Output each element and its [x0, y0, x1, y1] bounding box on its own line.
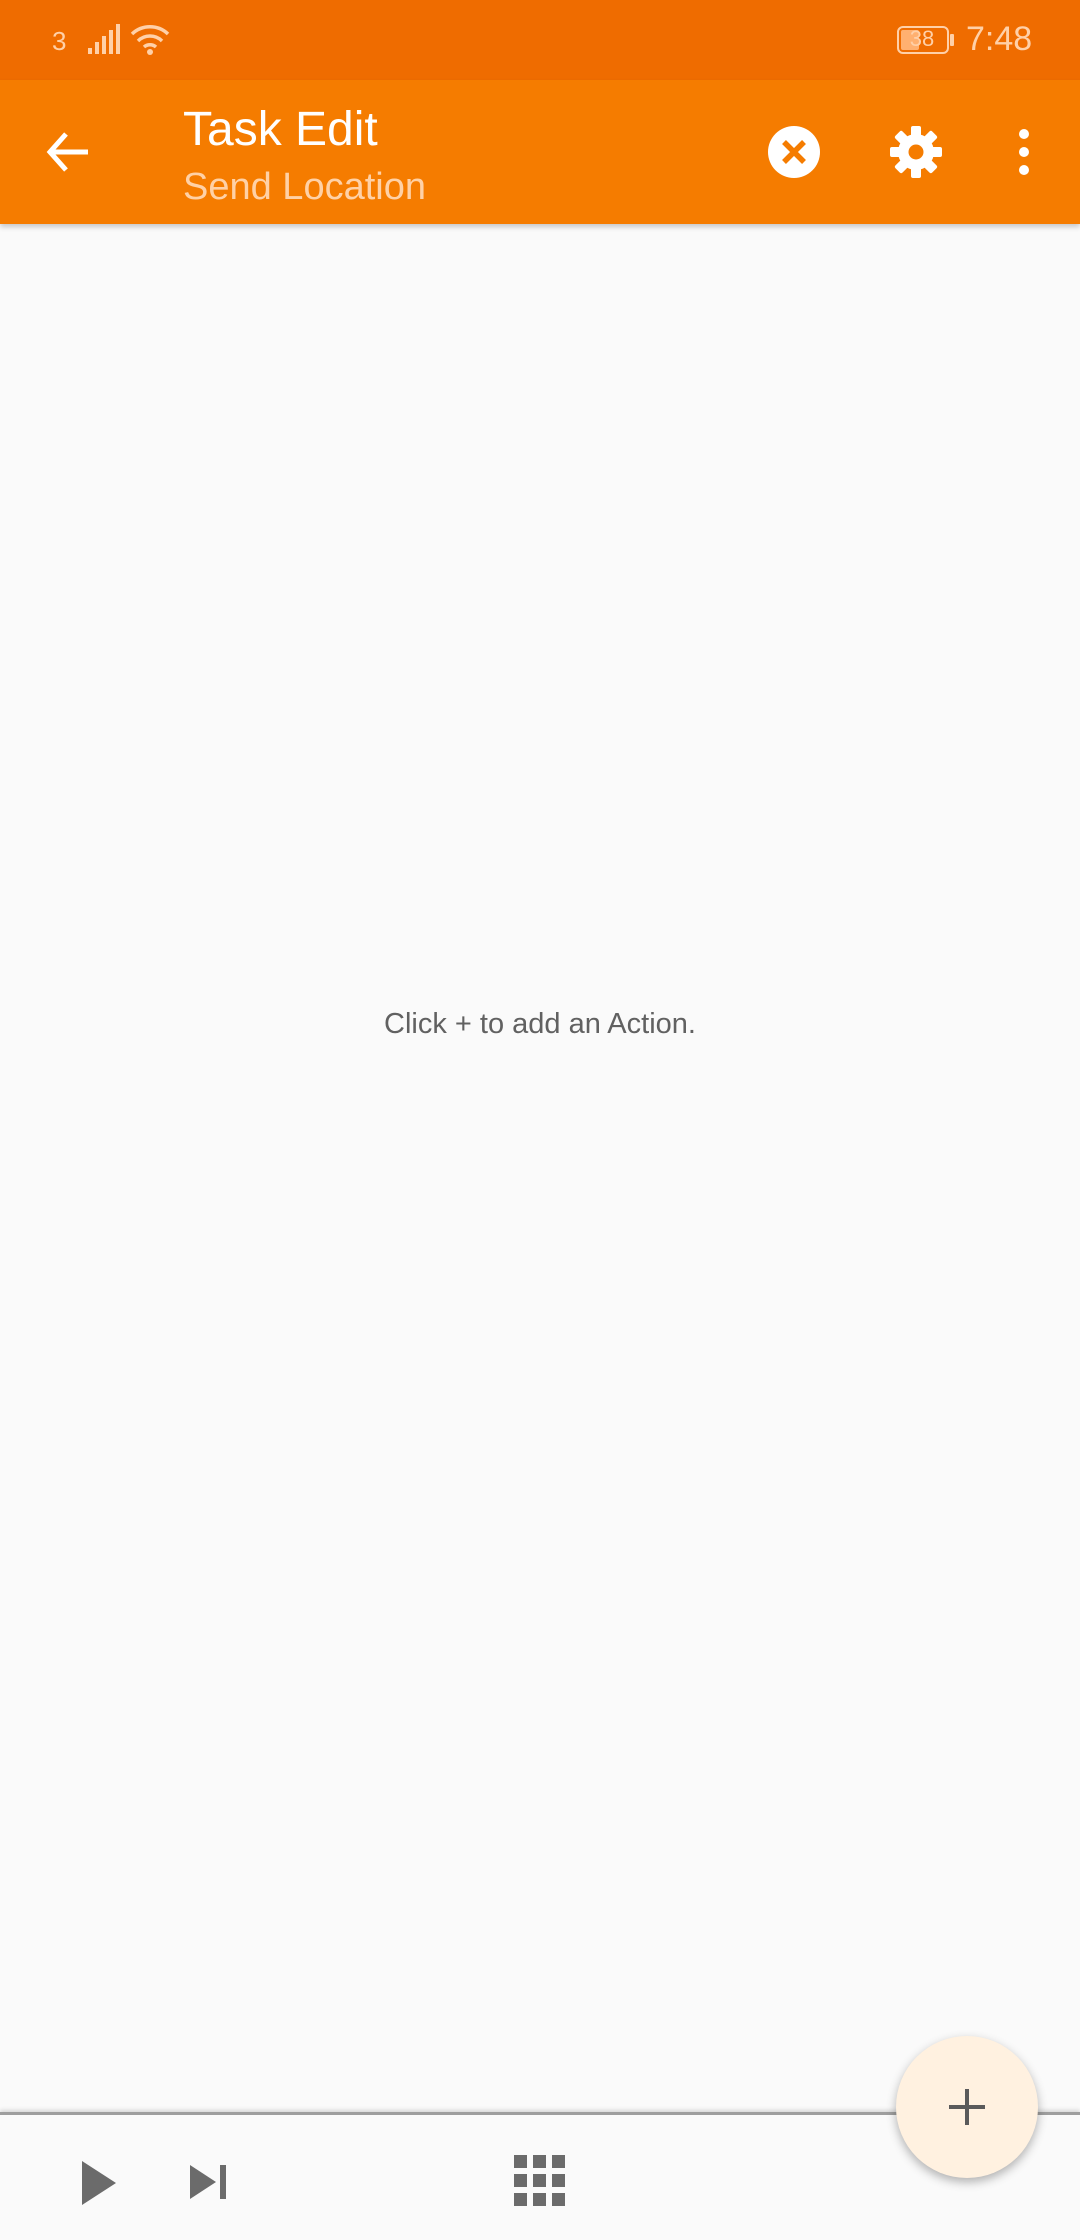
gear-icon: [890, 126, 942, 178]
settings-button[interactable]: [888, 124, 944, 180]
play-icon: [82, 2161, 116, 2205]
grid-icon: [514, 2155, 565, 2206]
more-vert-icon: [1019, 129, 1029, 175]
signal-icon: [86, 24, 122, 61]
carrier-label: 3: [52, 26, 67, 56]
back-arrow-icon: [46, 132, 88, 172]
play-button[interactable]: [78, 2157, 122, 2209]
plus-icon: [949, 2089, 985, 2125]
status-bar: 3 38 7:48: [0, 0, 1080, 80]
more-options-button[interactable]: [1000, 124, 1048, 180]
wifi-icon: [130, 22, 170, 61]
empty-state-hint: Click + to add an Action.: [384, 1008, 696, 1040]
cancel-button[interactable]: [766, 124, 822, 180]
clock: 7:48: [966, 20, 1033, 58]
toolbar: Task Edit Send Location: [0, 80, 1080, 224]
add-action-button[interactable]: [896, 2036, 1038, 2178]
back-button[interactable]: [36, 120, 100, 184]
cancel-icon: [768, 126, 820, 178]
grid-button[interactable]: [514, 2155, 566, 2207]
page-title: Task Edit: [183, 103, 378, 156]
skip-next-icon: [190, 2165, 226, 2199]
step-button[interactable]: [186, 2159, 232, 2205]
action-list: [0, 224, 1080, 2112]
battery-level: 38: [909, 26, 935, 51]
task-name: Send Location: [183, 166, 426, 208]
